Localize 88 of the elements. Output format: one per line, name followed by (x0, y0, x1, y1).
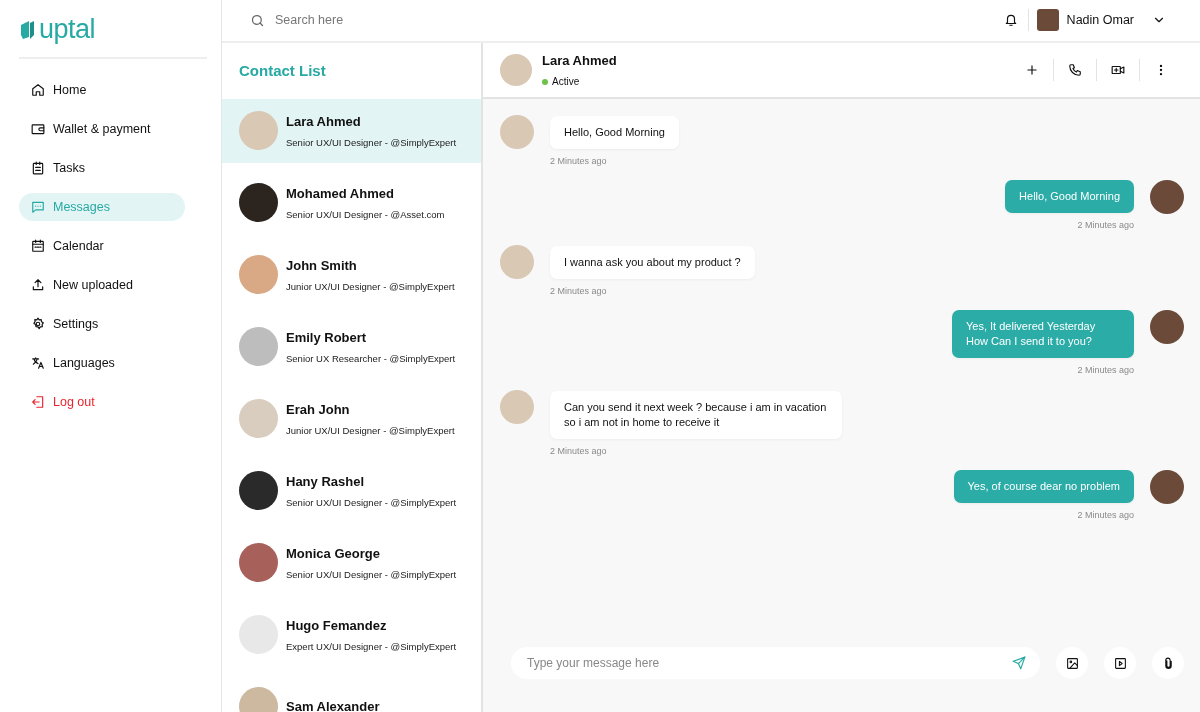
contact-role: Senior UX/UI Designer - @Asset.com (286, 207, 445, 222)
nav-item[interactable]: Settings (19, 310, 185, 338)
contact-name: Emily Robert (286, 329, 368, 347)
nav-item[interactable]: Wallet & payment (19, 115, 185, 143)
message-time: 2 Minutes ago (1077, 219, 1134, 233)
avatar (500, 53, 532, 86)
user-name: Nadin Omar (1066, 12, 1134, 30)
message-time: 2 Minutes ago (550, 154, 607, 168)
nav-item[interactable]: Home (19, 76, 185, 104)
calendar-icon (31, 239, 45, 253)
nav-item[interactable]: Languages (19, 349, 185, 377)
phone-icon (1068, 62, 1082, 77)
contact-name: Erah John (286, 401, 351, 419)
avatar (239, 183, 278, 223)
play-icon (1113, 656, 1127, 670)
avatar (500, 389, 534, 424)
image-button[interactable] (1056, 647, 1088, 679)
avatar (239, 327, 278, 367)
contact-name: Hany Rashel (286, 473, 366, 491)
contact-role: Senior UX/UI Designer - @SimplyExpert (286, 567, 457, 582)
nav-item[interactable]: Tasks (19, 154, 185, 182)
nav-item[interactable]: Calendar (19, 232, 185, 260)
contact-role: Senior UX/UI Designer - @SimplyExpert (286, 495, 457, 510)
message-time: 2 Minutes ago (550, 284, 607, 298)
message-bubble: I wanna ask you about my product ? (550, 245, 755, 279)
settings-icon (31, 317, 45, 331)
section-title: Contact List (238, 60, 327, 81)
contact-item[interactable]: Emily Robert Senior UX Researcher - @SimplyExpert (222, 314, 481, 379)
contact-name: Lara Ahmed (286, 113, 362, 131)
avatar (1150, 180, 1184, 215)
nav-item[interactable]: New uploaded (19, 271, 185, 299)
message-bubble: Hello, Good Morning (1005, 180, 1134, 214)
contact-item[interactable]: Mohamed Ahmed Senior UX/UI Designer - @Asset.com (222, 170, 481, 235)
message-time: 2 Minutes ago (1077, 509, 1134, 523)
status-text: Active (552, 75, 580, 90)
nav-item[interactable]: Log out (19, 388, 185, 416)
contact-name: John Smith (286, 257, 358, 275)
clipboard-icon (31, 161, 45, 175)
contact-name: Monica George (286, 545, 381, 563)
contact-role: Junior UX/UI Designer - @SimplyExpert (286, 279, 455, 294)
contact-role: Expert UX/UI Designer - @SimplyExpert (286, 639, 457, 654)
image-icon (1065, 656, 1079, 670)
contact-name: Mohamed Ahmed (286, 185, 395, 203)
wallet-icon (31, 122, 45, 136)
contact-item[interactable]: Sam Alexander (222, 674, 481, 712)
message-time: 2 Minutes ago (550, 444, 607, 458)
avatar (1036, 9, 1059, 32)
bell-icon (1003, 13, 1018, 28)
contact-item[interactable]: Erah John Junior UX/UI Designer - @SimplyExpert (222, 386, 481, 451)
avatar (1150, 310, 1184, 345)
message-bubble: Can you send it next week ? because i am in vacation so i am not in home to receive it (550, 390, 842, 439)
contact-item[interactable]: Hugo Femandez Expert UX/UI Designer - @SimplyExpert (222, 602, 481, 667)
send-icon (1012, 656, 1026, 670)
message-bubble: Yes, of course dear no problem (953, 470, 1134, 504)
send-button[interactable] (1012, 656, 1026, 670)
avatar (239, 543, 278, 583)
avatar (239, 471, 278, 511)
home-icon (31, 83, 45, 97)
avatar (239, 255, 278, 295)
upload-icon (31, 278, 45, 292)
avatar (239, 111, 278, 151)
translate-icon (31, 356, 45, 370)
contact-item[interactable]: Lara Ahmed Senior UX/UI Designer - @SimplyExpert (222, 98, 481, 163)
message-bubble: Yes, It delivered Yesterday How Can I send it to you? (952, 310, 1134, 359)
contact-role: Senior UX/UI Designer - @SimplyExpert (286, 135, 457, 150)
contact-item[interactable]: Monica George Senior UX/UI Designer - @SimplyExpert (222, 530, 481, 595)
attach-button[interactable] (1152, 647, 1184, 679)
avatar (239, 399, 278, 439)
message-time: 2 Minutes ago (1077, 364, 1134, 378)
contact-item[interactable]: John Smith Junior UX/UI Designer - @SimplyExpert (222, 242, 481, 307)
contact-name: Sam Alexander (286, 698, 380, 712)
contact-item[interactable]: Hany Rashel Senior UX/UI Designer - @SimplyExpert (222, 458, 481, 523)
logo-icon (19, 19, 35, 41)
logout-icon (31, 395, 45, 409)
logo-text: uptal (39, 14, 96, 44)
video-button[interactable] (1104, 647, 1136, 679)
avatar (1150, 470, 1184, 505)
chat-icon (31, 200, 45, 214)
avatar (500, 114, 534, 149)
contact-name: Lara Ahmed (542, 51, 617, 70)
contact-name: Hugo Femandez (286, 617, 388, 635)
message-field[interactable]: Type your message here (511, 647, 1040, 679)
plus-icon (1025, 62, 1039, 77)
contact-role: Junior UX/UI Designer - @SimplyExpert (286, 423, 455, 438)
message-bubble: Hello, Good Morning (550, 115, 679, 149)
search-icon (250, 12, 265, 28)
contact-role: Senior UX Researcher - @SimplyExpert (286, 351, 456, 366)
avatar (500, 244, 534, 279)
